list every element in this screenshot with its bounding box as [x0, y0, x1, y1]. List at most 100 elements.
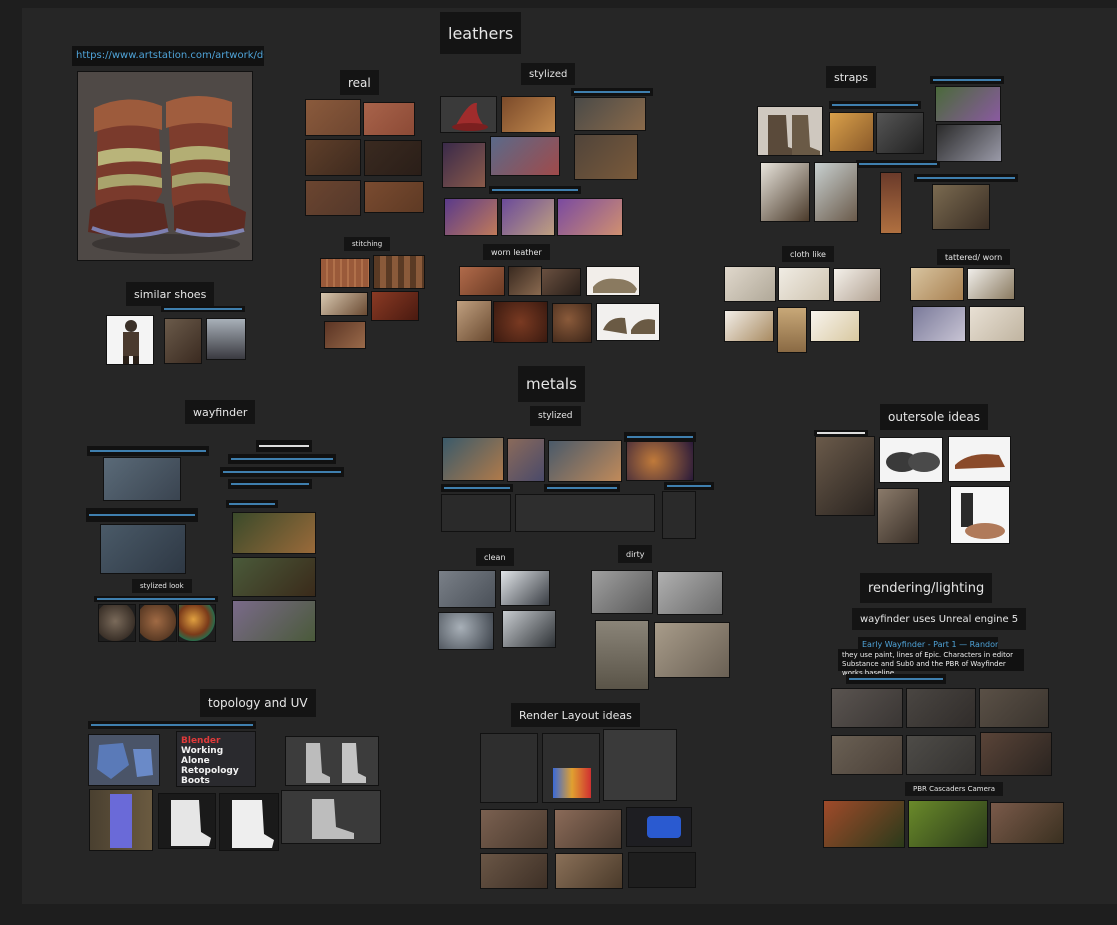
title-straps[interactable]: straps [826, 66, 877, 88]
title-stylized-look[interactable]: stylized look [132, 579, 192, 593]
title-rendering-lighting[interactable]: rendering/lighting [860, 573, 993, 603]
worn-leather-ref-5[interactable] [456, 300, 492, 342]
clean-metal-1[interactable] [438, 570, 496, 608]
stylized-ref-character-6[interactable] [444, 198, 498, 236]
stylized-boots-artwork[interactable] [77, 71, 253, 261]
title-worn-leather[interactable]: worn leather [483, 244, 550, 260]
title-dirty[interactable]: dirty [618, 545, 653, 563]
straps-ref-2[interactable] [829, 112, 874, 152]
link-strip[interactable] [256, 440, 312, 452]
link-strip[interactable] [88, 721, 256, 729]
straps-ref-5[interactable] [936, 124, 1002, 162]
link-strip[interactable] [829, 101, 921, 109]
title-stylized-metal[interactable]: stylized [530, 406, 581, 426]
layout-ref-4[interactable] [480, 809, 548, 849]
leather-texture-1[interactable] [305, 99, 361, 136]
retopology-thumbnail[interactable]: Blender Working Alone Retopology Boots [176, 731, 256, 787]
wayfinder-game-1[interactable] [232, 512, 316, 554]
link-strip[interactable] [571, 88, 653, 96]
layout-ref-1[interactable] [480, 733, 538, 803]
worn-leather-ref-8[interactable] [596, 303, 660, 341]
title-cloth-like[interactable]: cloth like [782, 246, 834, 262]
outersole-ref-3[interactable] [948, 436, 1011, 482]
render-ref-5[interactable] [906, 735, 976, 775]
dirty-metal-3[interactable] [595, 620, 649, 690]
layout-ref-2[interactable] [542, 733, 600, 803]
wayfinder-ref-1[interactable] [103, 457, 181, 501]
cloth-ref-6[interactable] [810, 310, 860, 342]
link-strip[interactable] [161, 306, 245, 312]
title-stitching[interactable]: stitching [344, 237, 391, 251]
metal-ref-4[interactable] [626, 441, 694, 481]
pbr-note[interactable]: they use paint, lines of Epic. Character… [838, 649, 1024, 677]
title-metals[interactable]: metals [518, 366, 585, 402]
stylized-ref-character-8[interactable] [557, 198, 623, 236]
similar-shoes-ref-3[interactable] [206, 318, 246, 360]
title-topology-uv[interactable]: topology and UV [200, 689, 316, 717]
cloth-ref-2[interactable] [778, 267, 830, 301]
render-ref-6[interactable] [980, 732, 1052, 776]
dirty-metal-4[interactable] [654, 622, 730, 678]
straps-boot-ref-1[interactable] [757, 106, 823, 156]
link-strip[interactable] [856, 160, 940, 168]
tattered-ref-4[interactable] [969, 306, 1025, 342]
outersole-ref-5[interactable] [950, 486, 1010, 544]
metal-ref-3[interactable] [548, 440, 622, 482]
link-strip[interactable] [544, 484, 620, 492]
boot-mesh-1[interactable] [285, 736, 379, 786]
link-strip[interactable] [228, 479, 312, 489]
tattered-ref-3[interactable] [912, 306, 966, 342]
title-real[interactable]: real [340, 70, 379, 95]
title-similar-shoes[interactable]: similar shoes [126, 282, 215, 306]
render-ref-9[interactable] [990, 802, 1064, 844]
clean-metal-2[interactable] [500, 570, 550, 606]
straps-ref-3[interactable] [876, 112, 924, 154]
title-outersole-ideas[interactable]: outersole ideas [880, 404, 989, 430]
stitching-ref-1[interactable] [320, 258, 370, 288]
render-ref-8[interactable] [908, 800, 988, 848]
outersole-ref-4[interactable] [877, 488, 919, 544]
cloth-ref-5[interactable] [777, 307, 807, 353]
worn-leather-ref-7[interactable] [552, 303, 592, 343]
stitching-ref-5[interactable] [324, 321, 366, 349]
link-strip[interactable] [228, 454, 336, 464]
stylized-ref-wizard-hat[interactable] [440, 96, 497, 133]
metal-model-2[interactable] [515, 494, 655, 532]
worn-leather-ref-3[interactable] [541, 268, 581, 296]
link-strip[interactable] [226, 500, 278, 508]
wayfinder-game-2[interactable] [232, 557, 316, 597]
title-tattered-worn[interactable]: tattered/ worn [937, 249, 1011, 265]
artstation-link[interactable]: https://www.artstation.com/artwork/dGK11 [72, 46, 264, 66]
stylized-ref-character-2[interactable] [574, 97, 646, 131]
stylized-ref-character-5[interactable] [574, 134, 638, 180]
worn-leather-ref-2[interactable] [508, 266, 542, 296]
layout-ref-5[interactable] [554, 809, 622, 849]
title-wayfinder[interactable]: wayfinder [185, 400, 256, 424]
render-ref-3[interactable] [979, 688, 1049, 728]
stylized-ref-character-1[interactable] [501, 96, 556, 133]
render-ref-1[interactable] [831, 688, 903, 728]
tattered-ref-2[interactable] [967, 268, 1015, 300]
layout-ref-8[interactable] [555, 853, 623, 889]
worn-leather-ref-6[interactable] [493, 301, 548, 343]
leather-texture-4[interactable] [364, 140, 422, 176]
metal-model-3[interactable] [662, 491, 696, 539]
metal-ref-1[interactable] [442, 437, 504, 481]
link-strip[interactable] [94, 596, 218, 602]
straps-ref-4[interactable] [935, 86, 1001, 122]
leather-texture-2[interactable] [363, 102, 415, 136]
render-ref-2[interactable] [906, 688, 976, 728]
link-strip[interactable] [930, 76, 1004, 84]
layout-ref-3[interactable] [603, 729, 677, 801]
similar-shoes-ref-2[interactable] [164, 318, 202, 364]
stitching-ref-3[interactable] [320, 292, 368, 316]
link-strip[interactable] [220, 467, 344, 477]
link-strip[interactable] [87, 446, 209, 456]
stylized-ref-character-4[interactable] [490, 136, 560, 176]
link-strip[interactable] [86, 508, 198, 522]
worn-leather-ref-1[interactable] [459, 266, 505, 296]
pbr-cascaders-note[interactable]: PBR Cascaders Camera [905, 782, 1004, 796]
leather-texture-5[interactable] [305, 180, 361, 216]
uv-layout-1[interactable] [88, 734, 160, 786]
clean-metal-3[interactable] [438, 612, 494, 650]
